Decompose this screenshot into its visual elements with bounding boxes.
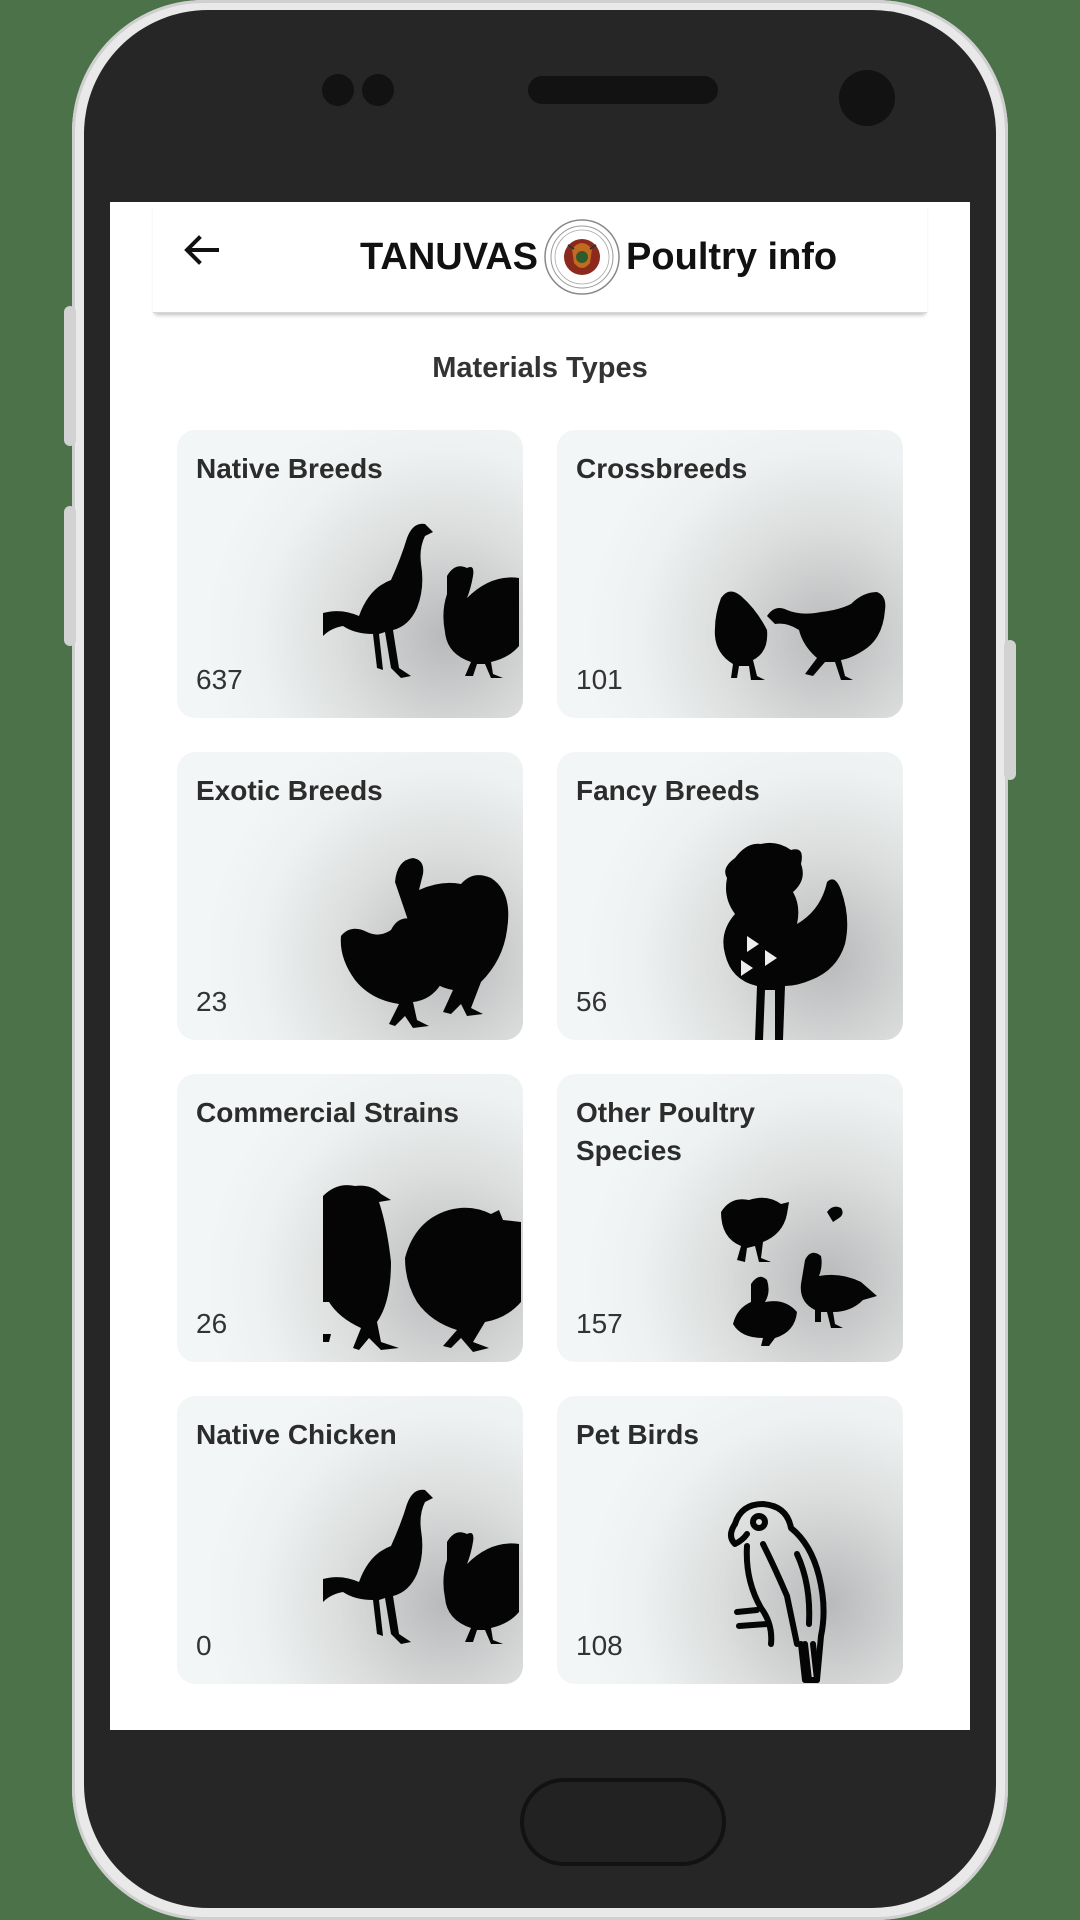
- card-count: 101: [576, 664, 623, 695]
- category-card-native-breeds[interactable]: Native Breeds 637: [177, 430, 523, 718]
- tanuvas-logo-icon: [544, 219, 620, 295]
- category-card-native-chicken[interactable]: Native Chicken 0: [177, 1396, 523, 1684]
- category-card-exotic-breeds[interactable]: Exotic Breeds 23: [177, 752, 523, 1040]
- category-card-commercial-strains[interactable]: Commercial Strains 26: [177, 1074, 523, 1362]
- card-title: Fancy Breeds: [576, 775, 760, 806]
- volume-down-button: [64, 506, 76, 646]
- sensor-dot: [322, 74, 354, 106]
- card-count: 0: [196, 1630, 212, 1661]
- app-screen: TANUVAS Poultry info Materials Types Nat…: [110, 202, 970, 1730]
- card-count: 108: [576, 1630, 623, 1661]
- category-card-pet-birds[interactable]: Pet Birds 108: [557, 1396, 903, 1684]
- card-title: Native Chicken: [196, 1419, 397, 1450]
- home-button: [520, 1778, 726, 1866]
- card-count: 26: [196, 1308, 228, 1339]
- volume-up-button: [64, 306, 76, 446]
- section-title: Materials Types: [432, 352, 648, 384]
- card-count: 157: [576, 1308, 623, 1339]
- back-button[interactable]: [173, 222, 229, 278]
- card-title: Pet Birds: [576, 1419, 699, 1450]
- card-title: Other Poultry Species: [576, 1097, 755, 1166]
- card-title: Native Breeds: [196, 453, 383, 484]
- category-card-other-poultry-species[interactable]: Other Poultry Species 157: [557, 1074, 903, 1362]
- earpiece-speaker: [528, 76, 718, 104]
- parrot-icon: [728, 1501, 827, 1683]
- card-count: 23: [196, 986, 228, 1017]
- category-card-fancy-breeds[interactable]: Fancy Breeds 56: [557, 752, 903, 1040]
- arrow-left-icon: [184, 235, 219, 265]
- card-title: Commercial Strains: [196, 1097, 459, 1128]
- app-bar: TANUVAS Poultry info: [153, 202, 927, 313]
- other-poultry-icon: [721, 1197, 877, 1346]
- card-title: Crossbreeds: [576, 453, 748, 484]
- app-title: TANUVAS Poultry info: [360, 214, 837, 300]
- fancy-breeds-icon: [723, 842, 848, 1040]
- title-right: Poultry info: [626, 235, 838, 278]
- native-breeds-icon: [323, 523, 519, 678]
- sensor-dot: [362, 74, 394, 106]
- card-count: 56: [576, 986, 608, 1017]
- front-camera: [839, 70, 895, 126]
- title-left: TANUVAS: [360, 235, 539, 278]
- native-chicken-icon: [323, 1489, 519, 1644]
- card-title: Exotic Breeds: [196, 775, 383, 806]
- power-button: [1004, 640, 1016, 780]
- crossbreeds-icon: [714, 591, 886, 680]
- commercial-strains-icon: [323, 1185, 521, 1352]
- exotic-breeds-icon: [340, 858, 509, 1028]
- category-card-crossbreeds[interactable]: Crossbreeds 101: [557, 430, 903, 718]
- card-count: 637: [196, 664, 243, 695]
